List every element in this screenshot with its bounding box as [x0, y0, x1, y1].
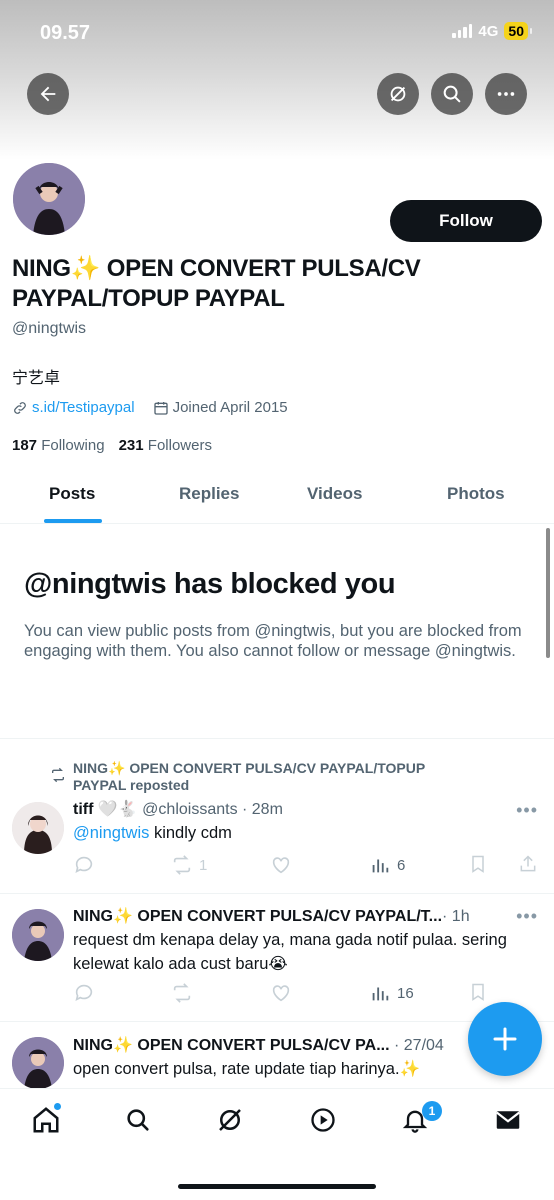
post-avatar[interactable] [12, 802, 64, 854]
repost-label: NING✨ OPEN CONVERT PULSA/CV PAYPAL/TOPUP… [73, 760, 425, 793]
profile-handle: @ningtwis [12, 320, 87, 337]
post-mention[interactable]: @ningtwis [73, 824, 149, 842]
tab-posts[interactable]: Posts [49, 484, 95, 504]
mail-icon [496, 1111, 520, 1129]
post-author-name[interactable]: NING✨ OPEN CONVERT PULSA/CV PA... [73, 1037, 390, 1054]
status-time: 09.57 [40, 22, 91, 44]
profile-bio: 宁艺卓 [12, 370, 61, 387]
home-unread-dot [54, 1103, 61, 1110]
bookmark-icon [472, 983, 484, 1001]
views-chart-icon [372, 859, 389, 873]
back-button[interactable] [27, 73, 69, 115]
more-button[interactable] [485, 73, 527, 115]
grok-icon [219, 1109, 241, 1131]
views-chart-icon [372, 987, 389, 1001]
profile-meta: s.id/Testipaypal Joined April 2015 [12, 399, 288, 416]
post-author-name[interactable]: NING✨ OPEN CONVERT PULSA/CV PAYPAL/T... [73, 908, 442, 925]
notification-badge: 1 [422, 1101, 442, 1121]
profile-link[interactable]: s.id/Testipaypal [32, 399, 135, 416]
heart-icon [272, 857, 290, 874]
scrollbar[interactable] [546, 528, 550, 658]
views-button[interactable]: 16 [369, 982, 414, 1004]
post-avatar[interactable] [12, 909, 64, 961]
followers-count-link[interactable]: 231 Followers [119, 437, 212, 454]
post-more-icon[interactable]: ••• [516, 906, 538, 927]
link-icon [14, 401, 26, 414]
reply-icon [75, 856, 93, 873]
tab-videos[interactable]: Videos [307, 484, 362, 504]
post-actions: 1 6 [73, 854, 543, 878]
repost-icon [173, 855, 191, 875]
network-type: 4G [478, 22, 499, 40]
compose-button[interactable] [468, 1002, 542, 1076]
reply-icon [75, 984, 93, 1001]
nav-messages[interactable] [493, 1105, 523, 1135]
follow-counts: 187 Following 231 Followers [12, 437, 212, 454]
tab-photos[interactable]: Photos [447, 484, 505, 504]
blocked-message: You can view public posts from @ningtwis… [24, 622, 522, 660]
grok-icon [390, 86, 406, 102]
share-icon [520, 855, 536, 872]
search-icon [443, 85, 461, 103]
nav-search[interactable] [123, 1105, 153, 1135]
bookmark-button[interactable] [468, 854, 488, 874]
joined-date: Joined April 2015 [172, 399, 288, 416]
nav-grok[interactable] [215, 1105, 245, 1135]
post-actions: 16 [73, 982, 543, 1006]
repost-button[interactable]: 1 [171, 854, 207, 876]
post-author-handle: @chloissants · 28m [142, 801, 283, 818]
bookmark-icon [472, 855, 484, 873]
arrow-left-icon [40, 86, 56, 102]
repost-button[interactable] [171, 982, 193, 1004]
divider [0, 893, 554, 894]
profile-tabs: Posts Replies Videos Photos [0, 470, 554, 524]
like-button[interactable] [270, 854, 292, 876]
tab-replies[interactable]: Replies [179, 484, 239, 504]
play-circle-icon [311, 1108, 335, 1132]
search-button[interactable] [431, 73, 473, 115]
grok-button[interactable] [377, 73, 419, 115]
signal-icon [452, 24, 473, 38]
profile-avatar[interactable] [10, 160, 88, 238]
post-text: open convert pulsa, rate update tiap har… [73, 1060, 421, 1078]
heart-icon [272, 985, 290, 1002]
views-count: 16 [397, 984, 414, 1002]
nav-video[interactable] [308, 1105, 338, 1135]
reply-button[interactable] [73, 854, 95, 876]
views-button[interactable]: 6 [369, 854, 405, 876]
following-count-link[interactable]: 187 Following [12, 437, 105, 454]
plus-icon [493, 1027, 517, 1051]
like-button[interactable] [270, 982, 292, 1004]
post-more-icon[interactable]: ••• [516, 800, 538, 821]
share-button[interactable] [518, 854, 538, 874]
display-name: NING✨ OPEN CONVERT PULSA/CV PAYPAL/TOPUP… [12, 255, 421, 312]
views-count: 6 [397, 856, 406, 874]
post-text: @ningtwis kindly cdm [73, 824, 232, 842]
repost-icon [173, 983, 191, 1003]
repost-icon [52, 767, 64, 783]
status-bar: 09.57 4G 50 [0, 0, 554, 64]
active-tab-indicator [44, 519, 102, 523]
post-text: request dm kenapa delay ya, mana gada no… [73, 931, 507, 973]
calendar-icon [153, 401, 168, 415]
battery-icon: 50 [504, 22, 532, 40]
divider [0, 738, 554, 739]
search-icon [127, 1109, 149, 1131]
post-avatar[interactable] [12, 1037, 64, 1089]
post-timestamp: · 27/04 [394, 1037, 444, 1054]
more-horizontal-icon [497, 92, 515, 96]
blocked-title: @ningtwis has blocked you [24, 568, 396, 600]
reply-button[interactable] [73, 982, 95, 1004]
post-author-name[interactable]: tiff 🤍🐇 [73, 801, 138, 818]
home-indicator [178, 1184, 376, 1189]
bookmark-button[interactable] [468, 982, 488, 1002]
follow-button[interactable]: Follow [390, 200, 542, 242]
post-timestamp: · 1h [442, 908, 470, 925]
